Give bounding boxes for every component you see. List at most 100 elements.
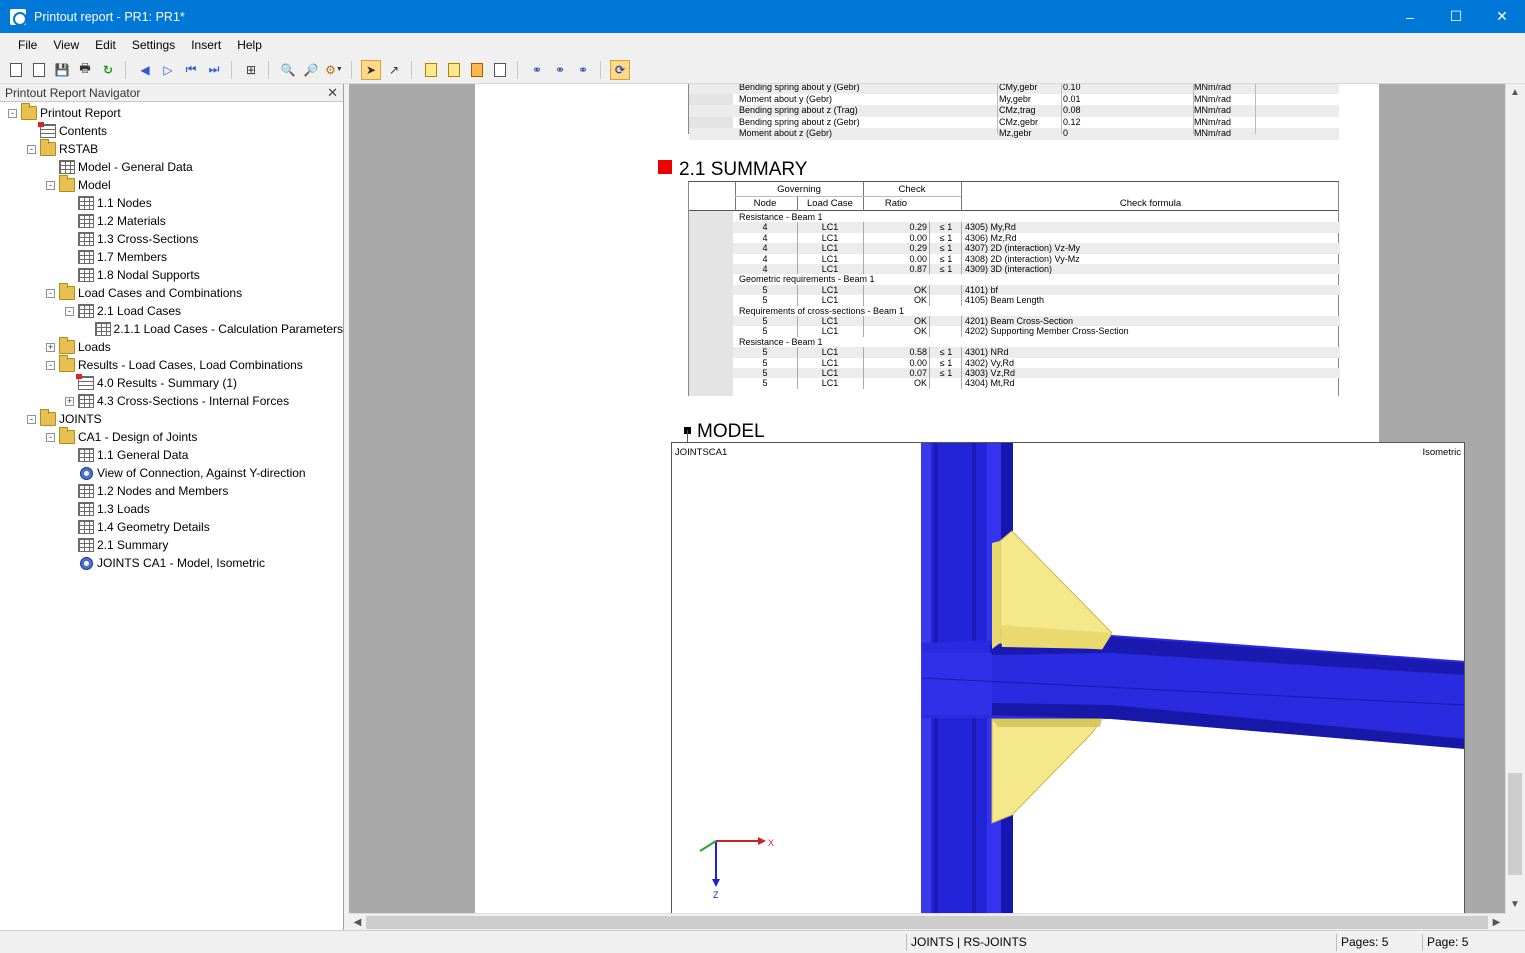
menu-insert[interactable]: Insert (183, 38, 229, 52)
navigator-item[interactable]: - Results - Load Cases, Load Combinations (0, 355, 343, 374)
table-cell: MNm/rad (1194, 105, 1232, 116)
link-button-2[interactable]: ⚭ (550, 60, 570, 80)
close-icon[interactable]: ✕ (327, 85, 338, 101)
menu-file[interactable]: File (10, 38, 45, 52)
insert-page-button[interactable] (490, 60, 510, 80)
next-button[interactable]: ▷ (158, 60, 178, 80)
first-page-button[interactable]: ⏮ (181, 60, 201, 80)
menu-view[interactable]: View (45, 38, 87, 52)
scroll-up-icon[interactable]: ▲ (1506, 84, 1524, 101)
navigator-item[interactable]: +4.3 Cross-Sections - Internal Forces (0, 392, 343, 410)
menu-settings[interactable]: Settings (124, 38, 183, 52)
navigator-item[interactable]: JOINTS CA1 - Model, Isometric (0, 554, 343, 572)
navigator-item[interactable]: - 2.1 Load Cases (0, 302, 343, 320)
navigator-item[interactable]: 1.1 Nodes (0, 194, 343, 212)
link-button-3[interactable]: ⚭ (573, 60, 593, 80)
navigator-item[interactable]: - JOINTS (0, 409, 343, 428)
table-icon (78, 250, 94, 264)
navigator-item[interactable]: 2.1 Summary (0, 536, 343, 554)
scroll-left-icon[interactable]: ◀ (349, 914, 366, 931)
export-icon: ⊞ (245, 62, 257, 77)
navigator-item[interactable]: Contents (0, 122, 343, 140)
navigator-item[interactable]: View of Connection, Against Y-direction (0, 464, 343, 482)
navigator-item[interactable]: - CA1 - Design of Joints (0, 427, 343, 446)
vertical-scrollbar[interactable]: ▲ ▼ (1505, 84, 1523, 913)
navigator-item[interactable]: 1.7 Members (0, 248, 343, 266)
collapse-icon[interactable]: - (46, 180, 55, 190)
navigator-item[interactable]: 1.8 Nodal Supports (0, 266, 343, 284)
table-cell: 5 (762, 347, 768, 358)
zoom-out-button[interactable]: 🔎 (301, 60, 321, 80)
navigator-item[interactable]: 2.1.1 Load Cases - Calculation Parameter… (0, 320, 343, 338)
text-doc-icon (425, 62, 437, 77)
navigator-item[interactable]: 1.3 Cross-Sections (0, 230, 343, 248)
navigator-item[interactable]: + Loads (0, 337, 343, 356)
navigator-item-label: 2.1 Load Cases (97, 304, 182, 318)
open-button[interactable] (29, 60, 49, 80)
collapse-icon[interactable]: - (46, 432, 55, 442)
print-button[interactable]: 🖶 (75, 60, 95, 80)
minimize-button[interactable]: – (1387, 0, 1433, 33)
summary-heading: 2.1 SUMMARY (658, 159, 807, 181)
navigator-item[interactable]: 1.1 General Data (0, 446, 343, 464)
navigator-item[interactable]: - RSTAB (0, 139, 343, 158)
maximize-button[interactable]: ☐ (1433, 0, 1479, 33)
horizontal-scrollbar[interactable]: ◀ ▶ (349, 913, 1505, 930)
column-header: Governing (777, 184, 821, 195)
navigator-item[interactable]: 1.2 Nodes and Members (0, 482, 343, 500)
navigator-item[interactable]: 4.0 Results - Summary (1) (0, 374, 343, 392)
close-button[interactable]: ✕ (1479, 0, 1525, 33)
expand-icon[interactable]: + (65, 396, 74, 406)
collapse-icon[interactable]: - (65, 306, 74, 316)
refresh-button[interactable]: ↻ (98, 60, 118, 80)
table-cell: Bending spring about z (Gebr) (739, 116, 860, 127)
vertical-scroll-thumb[interactable] (1508, 773, 1522, 875)
navigator-item-label: 4.0 Results - Summary (1) (97, 376, 238, 390)
column-divider (929, 243, 930, 254)
last-page-button[interactable]: ⏭ (204, 60, 224, 80)
column-divider (929, 295, 930, 306)
collapse-icon[interactable]: - (27, 144, 36, 154)
insert-table-button[interactable] (444, 60, 464, 80)
collapse-icon[interactable]: - (8, 108, 17, 118)
collapse-icon[interactable]: - (46, 360, 55, 370)
navigator-item-label: 4.3 Cross-Sections - Internal Forces (97, 394, 290, 408)
insert-graphic-button[interactable] (467, 60, 487, 80)
navigator-item[interactable]: Model - General Data (0, 158, 343, 176)
export-button[interactable]: ⊞ (241, 60, 261, 80)
navigator-item-label: View of Connection, Against Y-direction (97, 466, 306, 480)
table-cell: LC1 (821, 284, 839, 295)
prev-button[interactable]: ◀ (135, 60, 155, 80)
link-button-1[interactable]: ⚭ (527, 60, 547, 80)
navigator-item[interactable]: 1.2 Materials (0, 212, 343, 230)
scroll-right-icon[interactable]: ▶ (1488, 914, 1505, 931)
new-report-button[interactable] (6, 60, 26, 80)
column-divider (929, 316, 930, 327)
navigator-item[interactable]: - Load Cases and Combinations (0, 283, 343, 302)
navigator-item-label: Model (78, 178, 111, 192)
save-button[interactable]: 💾 (52, 60, 72, 80)
navigator-item[interactable]: - Model (0, 175, 343, 194)
tree-line (65, 505, 74, 514)
horizontal-scroll-thumb[interactable] (366, 916, 1488, 929)
expand-icon[interactable]: + (46, 342, 55, 352)
scroll-down-icon[interactable]: ▼ (1506, 896, 1524, 913)
edit-tool-button[interactable]: ↗ (384, 60, 404, 80)
zoom-in-button[interactable]: 🔍 (278, 60, 298, 80)
select-tool-button[interactable]: ➤ (361, 59, 381, 80)
collapse-icon[interactable]: - (27, 414, 36, 424)
menu-edit[interactable]: Edit (87, 38, 124, 52)
table-icon (38, 122, 56, 138)
collapse-icon[interactable]: - (46, 288, 55, 298)
document-area[interactable]: Bending spring about y (Gebr) CMy,gebr 0.1… (349, 84, 1505, 913)
table-cell: 4306) Mz,Rd (965, 232, 1017, 243)
settings-dropdown-button[interactable]: ⚙ ▼ (324, 60, 344, 80)
menu-help[interactable]: Help (229, 38, 270, 52)
auto-update-button[interactable]: ⟳ (610, 59, 630, 80)
navigator-item[interactable]: 1.3 Loads (0, 500, 343, 518)
insert-text-button[interactable] (421, 60, 441, 80)
column-divider (863, 284, 864, 296)
navigator-item[interactable]: 1.4 Geometry Details (0, 518, 343, 536)
table-icon (78, 214, 94, 228)
navigator-item[interactable]: - Printout Report (0, 103, 343, 122)
